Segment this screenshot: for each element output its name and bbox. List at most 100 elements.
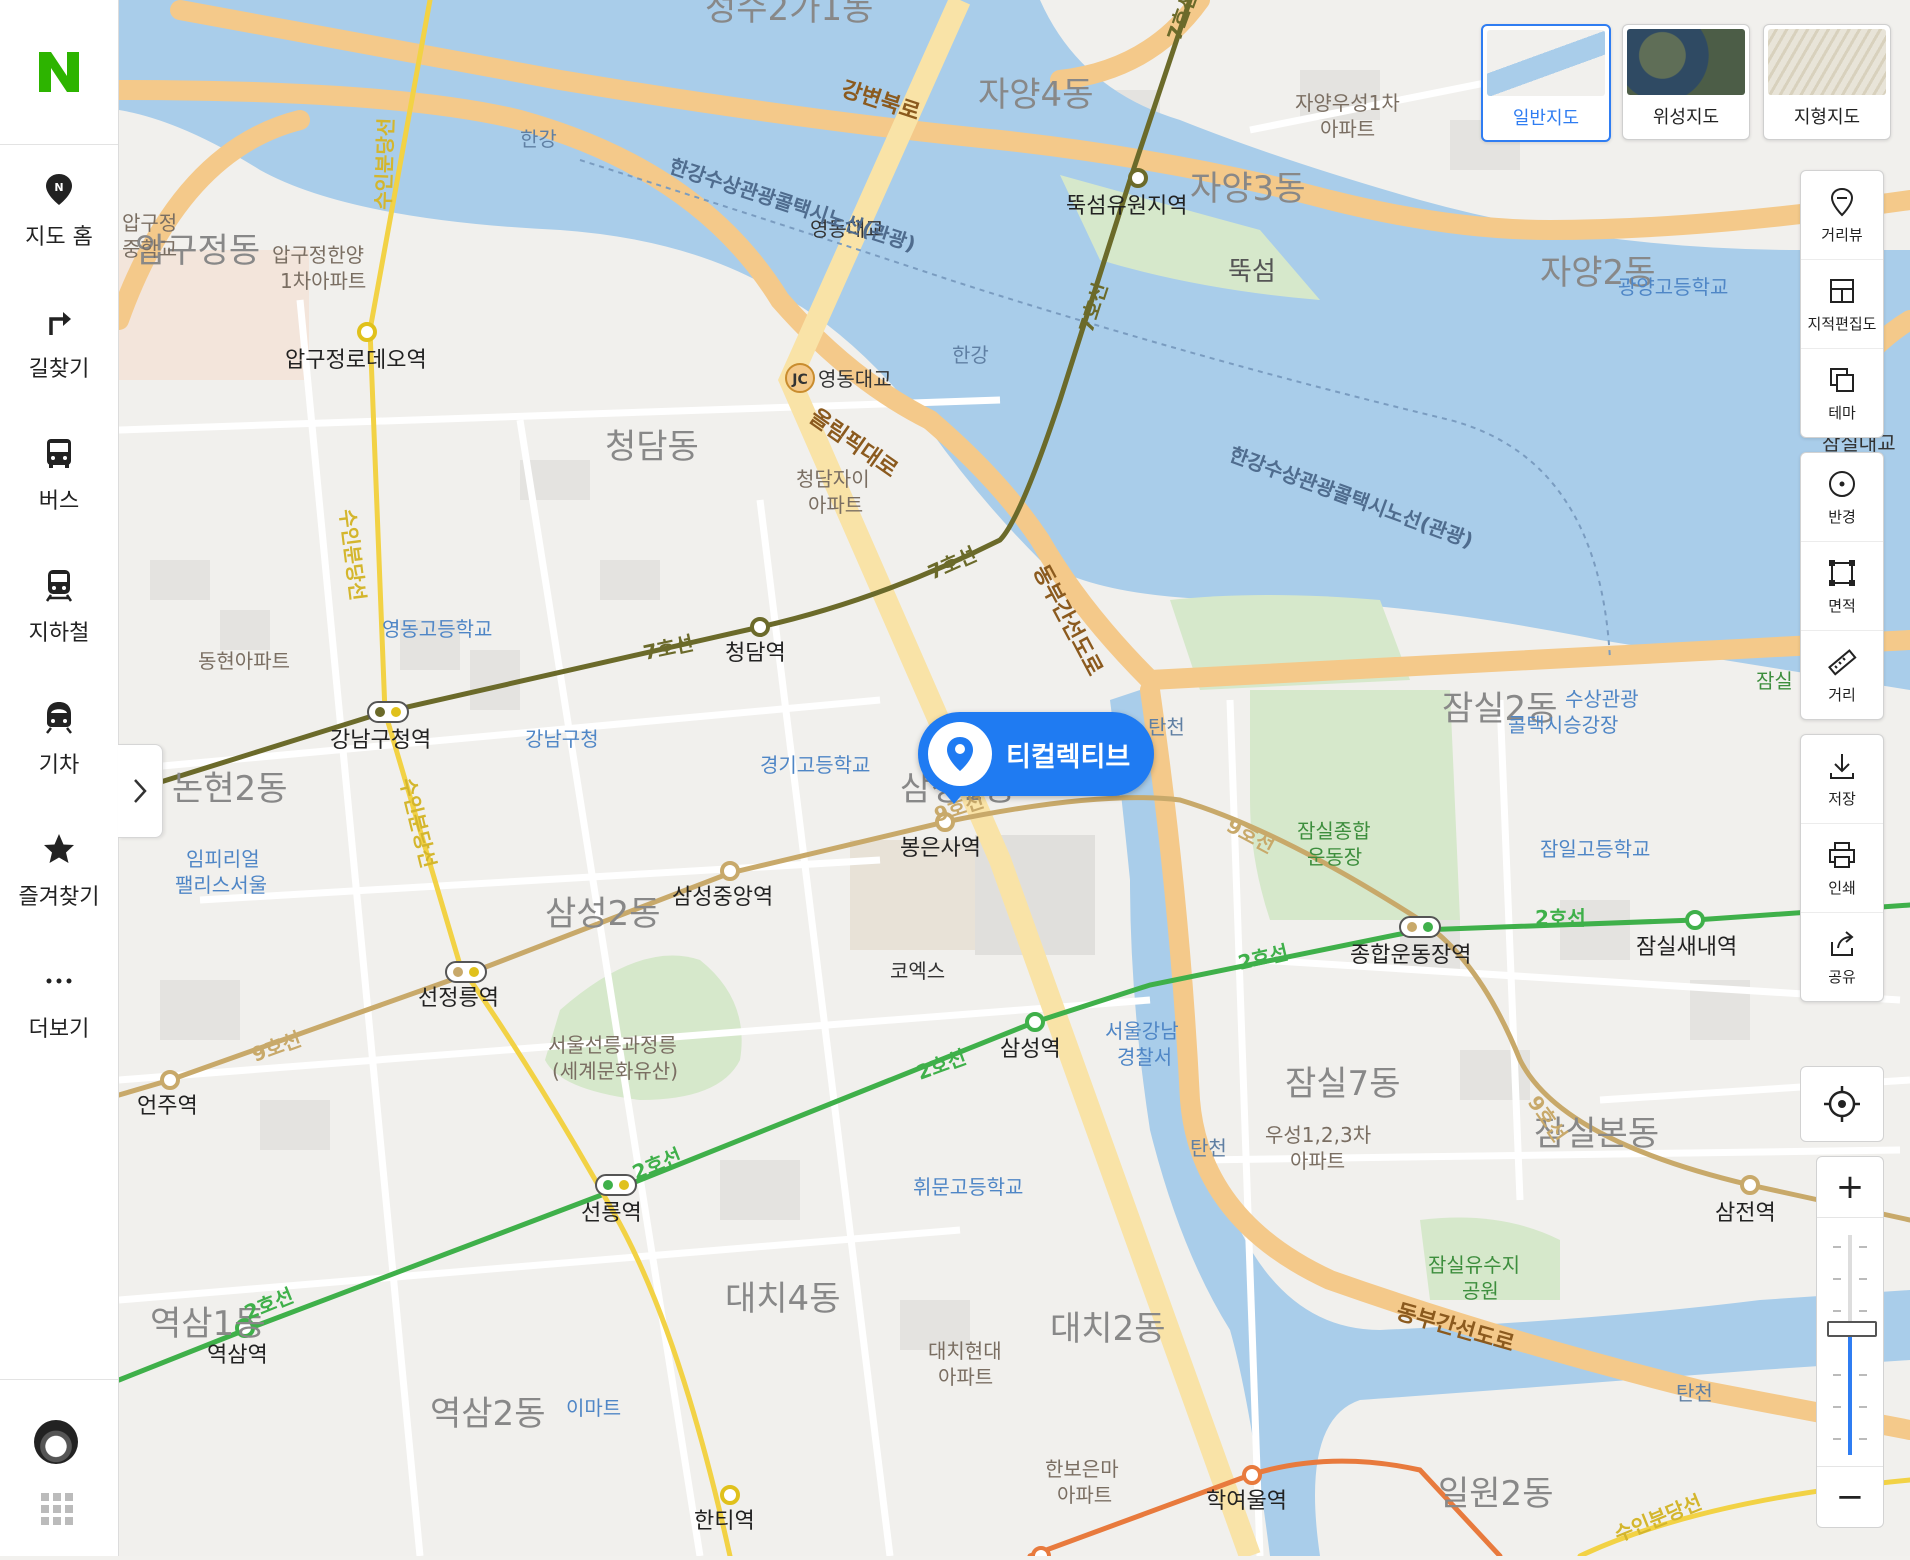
download-icon — [1830, 753, 1854, 779]
district-irwon2: 일원2동 — [1438, 1474, 1553, 1514]
poi-apgujeong-school: 압구정 — [122, 211, 177, 235]
poi-tancheon-1: 탄천 — [1148, 715, 1185, 739]
poi-imperial-2: 팰리스서울 — [175, 873, 267, 897]
poi-tancheon-3: 탄천 — [1676, 1381, 1713, 1405]
poi-woosung123-2: 아파트 — [1290, 1149, 1345, 1173]
tool-area[interactable]: 면적 — [1801, 542, 1883, 631]
map-home-icon: N — [46, 174, 72, 205]
more-icon — [46, 978, 72, 984]
star-icon — [44, 834, 74, 863]
maptype-satellite[interactable]: 위성지도 — [1622, 24, 1750, 140]
nav-train[interactable]: 기차 — [0, 673, 118, 805]
poi-police-2: 경찰서 — [1117, 1045, 1172, 1069]
place-marker[interactable]: 티컬렉티브 — [918, 712, 1154, 796]
cadastral-icon — [1830, 278, 1854, 303]
current-location-button[interactable] — [1800, 1066, 1884, 1142]
poi-donghyeon: 동현아파트 — [198, 649, 290, 673]
print-icon — [1829, 841, 1855, 868]
maptype-satellite-label: 위성지도 — [1652, 107, 1720, 128]
nav-directions[interactable]: 길찾기 — [0, 277, 118, 409]
poi-daechi-hyundai-2: 아파트 — [938, 1365, 993, 1389]
logo-area[interactable] — [0, 0, 118, 145]
tool-group-measure: 반경 면적 거리 — [1800, 452, 1884, 720]
zoom-ticks — [1833, 1246, 1867, 1440]
tool-share[interactable]: 공유 — [1801, 913, 1883, 1001]
station-samseong: 삼성역 — [1000, 1037, 1061, 1062]
poi-hwimun: 휘문고등학교 — [913, 1175, 1023, 1199]
area-icon — [1829, 559, 1855, 586]
station-apgujeong: 압구정로데오역 — [285, 348, 427, 373]
naver-logo[interactable] — [37, 50, 81, 94]
maptype-terrain-thumb — [1768, 29, 1886, 95]
avatar[interactable] — [34, 1420, 78, 1464]
tool-share-label: 공유 — [1828, 967, 1856, 986]
zoom-in-button[interactable]: + — [1817, 1157, 1883, 1218]
maptype-terrain[interactable]: 지형지도 — [1763, 24, 1891, 140]
poi-ferry: 수상관광 — [1565, 687, 1639, 711]
station-eonju: 언주역 — [137, 1094, 198, 1119]
location-pin-icon — [947, 737, 973, 771]
tool-radius[interactable]: 반경 — [1801, 453, 1883, 542]
poi-yeongdong-high: 영동고등학교 — [382, 617, 492, 641]
line2-label-a: 2호선 — [1535, 906, 1586, 930]
zoom-handle[interactable] — [1827, 1321, 1877, 1337]
left-sidebar: N 지도 홈 길찾기 버스 지하철 기차 즐겨찾기 더보기 — [0, 0, 119, 1556]
station-cheongdam: 청담역 — [725, 641, 786, 666]
station-samseongjungang: 삼성중앙역 — [672, 885, 773, 910]
maptype-terrain-label: 지형지도 — [1793, 107, 1861, 128]
nav-more[interactable]: 더보기 — [0, 937, 118, 1069]
nav-map-home[interactable]: N 지도 홈 — [0, 145, 118, 277]
jamsil-sports-park — [1250, 690, 1460, 920]
poi-gyeonggi-high: 경기고등학교 — [760, 753, 870, 777]
jc-marker: JC — [791, 372, 807, 388]
tool-streetview[interactable]: 거리뷰 — [1801, 171, 1883, 260]
tool-save[interactable]: 저장 — [1801, 735, 1883, 824]
poi-jamsil-sports-2: 운동장 — [1307, 845, 1362, 869]
poi-seolleung-tomb: 서울선릉과정릉 — [548, 1033, 677, 1057]
svg-text:N: N — [54, 181, 63, 194]
station-samjeon: 삼전역 — [1715, 1201, 1776, 1226]
district-jayang4: 자양4동 — [978, 75, 1093, 115]
maptype-normal[interactable]: 일반지도 — [1481, 24, 1611, 142]
zoom-out-button[interactable]: − — [1817, 1466, 1883, 1527]
marker-tail — [942, 790, 966, 804]
poi-daechi-hyundai: 대치현대 — [928, 1339, 1002, 1363]
station-seolleung: 선릉역 — [581, 1201, 642, 1226]
tool-print[interactable]: 인쇄 — [1801, 824, 1883, 913]
poi-jamsil-pond-2: 공원 — [1462, 1279, 1499, 1303]
nav-favorites[interactable]: 즐겨찾기 — [0, 805, 118, 937]
poi-yeongdong-jc: 영동대교 — [818, 367, 892, 391]
ruler-icon — [1828, 648, 1857, 676]
apps-grid-icon[interactable] — [40, 1492, 74, 1526]
district-daechi2: 대치2동 — [1050, 1309, 1165, 1349]
tool-distance[interactable]: 거리 — [1801, 631, 1883, 719]
subway-icon — [45, 570, 73, 602]
tool-theme[interactable]: 테마 — [1801, 349, 1883, 437]
tool-cadastral[interactable]: 지적편집도 — [1801, 260, 1883, 349]
station-gangnamgu: 강남구청역 — [330, 728, 431, 753]
poi-cheongdam-xi: 청담자이 — [796, 467, 870, 491]
marker-pin-circle — [928, 722, 992, 786]
bus-icon — [47, 439, 71, 468]
poi-police: 서울강남 — [1105, 1019, 1179, 1043]
radius-icon — [1829, 470, 1855, 497]
poi-jamsil-il-high: 잠일고등학교 — [1540, 837, 1650, 861]
poi-seolleung-tomb-2: (세계문화유산) — [552, 1059, 678, 1083]
nav-label-favorites: 즐겨찾기 — [18, 885, 100, 910]
expand-panel-button[interactable] — [118, 744, 163, 838]
nav-subway[interactable]: 지하철 — [0, 541, 118, 673]
district-cheongdam: 청담동 — [605, 427, 699, 467]
nav-bus[interactable]: 버스 — [0, 409, 118, 541]
poi-jamsil-pond: 잠실유수지 — [1428, 1253, 1520, 1277]
tool-streetview-label: 거리뷰 — [1821, 225, 1863, 244]
station-yeoksam: 역삼역 — [207, 1343, 268, 1368]
station-sportscomplex: 종합운동장역 — [1350, 943, 1471, 968]
nav-label-home: 지도 홈 — [25, 225, 93, 250]
tool-group-view: 거리뷰 지적편집도 테마 — [1800, 170, 1884, 438]
tool-group-share: 저장 인쇄 공유 — [1800, 734, 1884, 1002]
district-nonhyeon2: 논현2동 — [172, 769, 287, 809]
maptype-normal-thumb — [1487, 30, 1605, 96]
tool-print-label: 인쇄 — [1828, 878, 1856, 897]
poi-imperial: 임피리얼 — [186, 847, 260, 871]
poi-ferry-2: 콜택시승강장 — [1508, 713, 1618, 737]
